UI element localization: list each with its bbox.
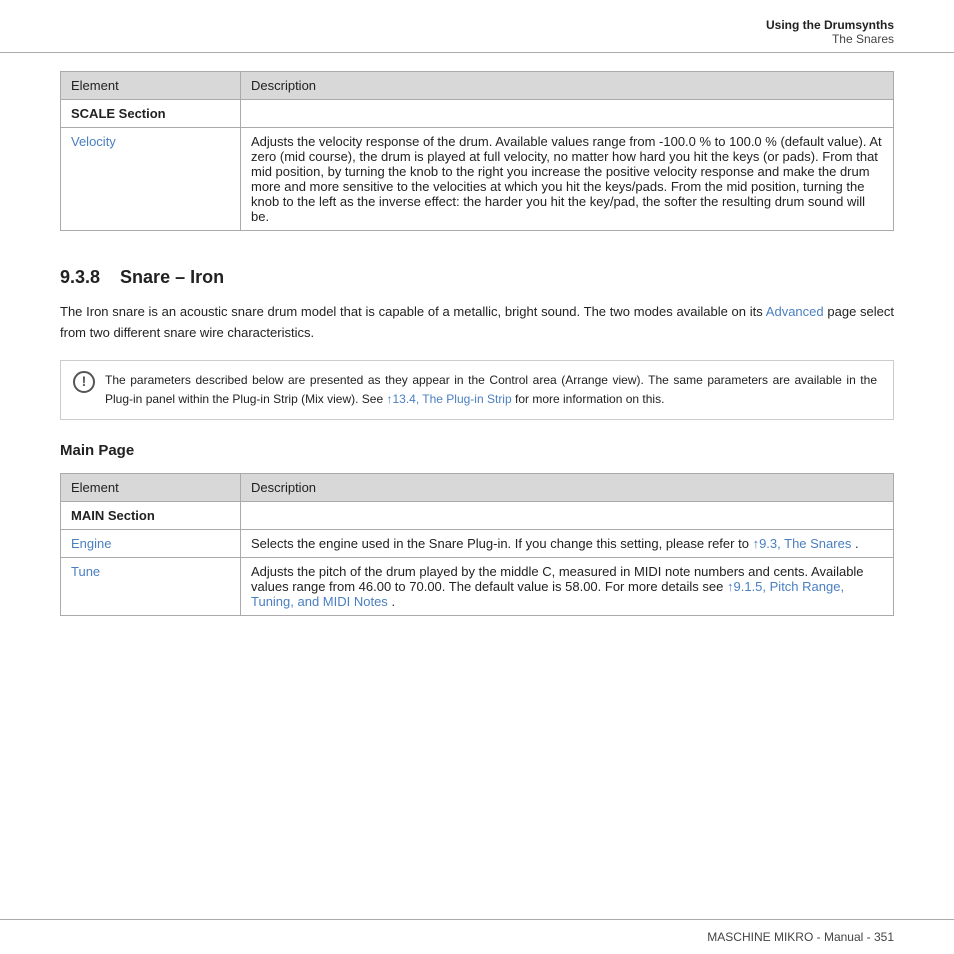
- table-row: Engine Selects the engine used in the Sn…: [61, 529, 894, 557]
- main-content: Element Description SCALE Section Veloci…: [0, 53, 954, 684]
- table-row: Tune Adjusts the pitch of the drum playe…: [61, 557, 894, 615]
- section-938-heading: 9.3.8 Snare – Iron: [60, 259, 894, 288]
- velocity-description: Adjusts the velocity response of the dru…: [241, 128, 894, 231]
- engine-desc-after: .: [855, 536, 859, 551]
- table2-header-element: Element: [61, 473, 241, 501]
- table1-header-element: Element: [61, 72, 241, 100]
- tune-desc-after: .: [391, 594, 395, 609]
- footer-text: MASCHINE MIKRO - Manual - 351: [707, 930, 894, 944]
- plugin-strip-link[interactable]: ↑13.4, The Plug-in Strip: [386, 392, 511, 406]
- table-row: MAIN Section: [61, 501, 894, 529]
- info-icon: !: [73, 371, 95, 393]
- page-footer: MASCHINE MIKRO - Manual - 351: [0, 919, 954, 954]
- tune-cell[interactable]: Tune: [61, 557, 241, 615]
- engine-description: Selects the engine used in the Snare Plu…: [241, 529, 894, 557]
- table-row: SCALE Section: [61, 100, 894, 128]
- table-scale: Element Description SCALE Section Veloci…: [60, 71, 894, 231]
- engine-desc-before: Selects the engine used in the Snare Plu…: [251, 536, 749, 551]
- section-title: Snare – Iron: [120, 267, 224, 288]
- main-page-heading: Main Page: [60, 442, 894, 459]
- engine-link[interactable]: Engine: [71, 536, 111, 551]
- advanced-link[interactable]: Advanced: [766, 304, 824, 319]
- table2-header-description: Description: [241, 473, 894, 501]
- info-text2: for more information on this.: [515, 392, 664, 406]
- velocity-anchor[interactable]: Velocity: [71, 134, 116, 149]
- intro-paragraph: The Iron snare is an acoustic snare drum…: [60, 302, 894, 344]
- intro-text1: The Iron snare is an acoustic snare drum…: [60, 304, 763, 319]
- table-main: Element Description MAIN Section Engine …: [60, 473, 894, 616]
- engine-cell[interactable]: Engine: [61, 529, 241, 557]
- header-title: Using the Drumsynths: [60, 18, 894, 32]
- scale-section-label: SCALE Section: [61, 100, 241, 128]
- page-header: Using the Drumsynths The Snares: [0, 0, 954, 53]
- page-container: Using the Drumsynths The Snares Element …: [0, 0, 954, 954]
- scale-section-empty: [241, 100, 894, 128]
- section-number: 9.3.8: [60, 267, 100, 288]
- main-section-empty: [241, 501, 894, 529]
- snares-link[interactable]: ↑9.3, The Snares: [753, 536, 852, 551]
- tune-link[interactable]: Tune: [71, 564, 100, 579]
- table-row: Velocity Adjusts the velocity response o…: [61, 128, 894, 231]
- table1-header-description: Description: [241, 72, 894, 100]
- main-section-label: MAIN Section: [61, 501, 241, 529]
- info-box: ! The parameters described below are pre…: [60, 360, 894, 420]
- header-subtitle: The Snares: [60, 32, 894, 46]
- tune-description: Adjusts the pitch of the drum played by …: [241, 557, 894, 615]
- velocity-link[interactable]: Velocity: [61, 128, 241, 231]
